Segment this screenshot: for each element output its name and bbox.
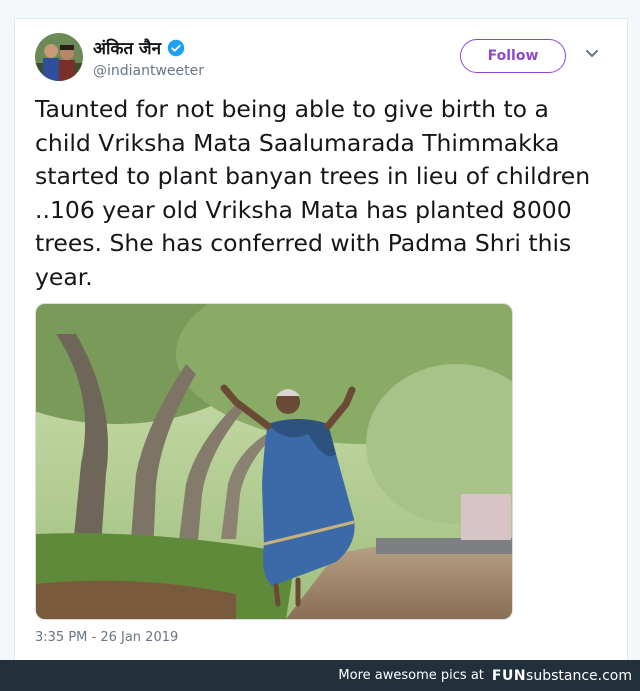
author-handle[interactable]: @indiantweeter <box>93 63 204 79</box>
footer-brand-bold: FUN <box>491 667 527 684</box>
watermark-footer: More awesome pics at FUN substance.com <box>0 660 640 691</box>
woman-in-tree-lined-road-photo <box>36 304 512 619</box>
avatar-image <box>35 33 83 81</box>
author-row: अंकित जैन <box>93 36 185 59</box>
tweet-text: Taunted for not being able to give birth… <box>35 95 591 291</box>
tweet-photo[interactable] <box>35 303 513 620</box>
author-name[interactable]: अंकित जैन <box>93 36 161 59</box>
tweet-card: अंकित जैन @indiantweeter Follow Taunted … <box>14 18 628 662</box>
footer-brand-rest: substance.com <box>526 667 632 684</box>
footer-promo-text: More awesome pics at <box>338 668 484 683</box>
avatar[interactable] <box>35 33 83 81</box>
verified-badge-icon <box>167 39 185 56</box>
chevron-down-icon[interactable] <box>585 49 599 59</box>
tweet-timestamp[interactable]: 3:35 PM - 26 Jan 2019 <box>35 630 178 645</box>
follow-button[interactable]: Follow <box>460 39 566 73</box>
